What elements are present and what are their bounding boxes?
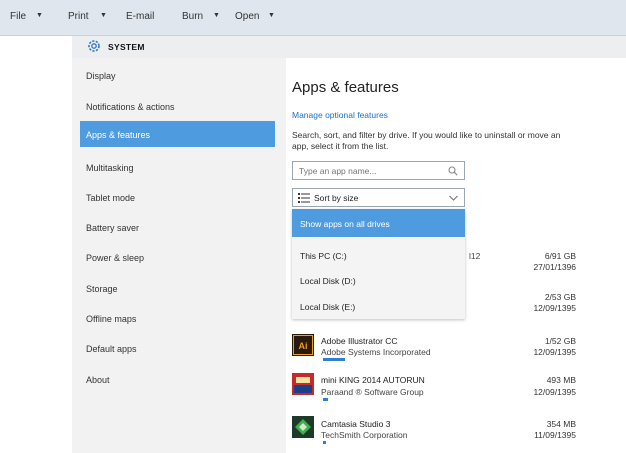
- row-date: 12/09/1395: [533, 303, 576, 313]
- manage-optional-features-link[interactable]: Manage optional features: [292, 110, 388, 120]
- settings-header: [72, 36, 626, 58]
- sidebar-item-apps-features[interactable]: Apps & features: [86, 130, 150, 140]
- app-name[interactable]: Camtasia Studio 3: [321, 419, 390, 429]
- menu-open[interactable]: Open: [235, 11, 259, 22]
- sidebar-item-about[interactable]: About: [86, 375, 110, 385]
- app-name[interactable]: Adobe Illustrator CC: [321, 336, 398, 346]
- menu-bar: File ▼ Print ▼ E-mail Burn ▼ Open ▼: [0, 0, 626, 36]
- menu-file[interactable]: File: [10, 11, 26, 22]
- app-search-box[interactable]: [292, 161, 465, 180]
- search-icon[interactable]: [448, 166, 458, 178]
- sidebar-item-default-apps[interactable]: Default apps: [86, 344, 137, 354]
- adobe-illustrator-icon: Ai: [292, 334, 314, 356]
- sort-list-icon: [298, 193, 310, 205]
- menu-email[interactable]: E-mail: [126, 11, 154, 22]
- row-size: 6/91 GB: [544, 251, 576, 261]
- usage-bar: [323, 358, 345, 361]
- row-date: 11/09/1395: [534, 430, 576, 440]
- gear-icon: [86, 38, 102, 54]
- drive-option-all[interactable]: Show apps on all drives: [300, 219, 390, 229]
- menu-file-caret[interactable]: ▼: [36, 12, 43, 19]
- row-date: 27/01/1396: [533, 262, 576, 272]
- row-size: 1/52 GB: [544, 336, 576, 346]
- sort-dropdown[interactable]: Sort by size: [292, 188, 465, 207]
- menu-burn[interactable]: Burn: [182, 11, 203, 22]
- row-date: 12/09/1395: [533, 387, 576, 397]
- menu-print[interactable]: Print: [68, 11, 89, 22]
- app-search-input[interactable]: [293, 162, 433, 179]
- drive-filter-dropdown[interactable]: Show apps on all drives This PC (C:) Loc…: [292, 209, 465, 319]
- app-name[interactable]: mini KING 2014 AUTORUN: [321, 375, 425, 385]
- section-description: Search, sort, and filter by drive. If yo…: [292, 130, 561, 151]
- sidebar-item-battery-saver[interactable]: Battery saver: [86, 223, 139, 233]
- sidebar-item-power-sleep[interactable]: Power & sleep: [86, 253, 144, 263]
- sidebar-item-display[interactable]: Display: [86, 71, 116, 81]
- sidebar-item-tablet-mode[interactable]: Tablet mode: [86, 193, 135, 203]
- section-title: Apps & features: [292, 79, 399, 96]
- sidebar-item-notifications[interactable]: Notifications & actions: [86, 102, 175, 112]
- sidebar-item-offline-maps[interactable]: Offline maps: [86, 314, 136, 324]
- mini-king-icon: [292, 373, 314, 395]
- menu-burn-caret[interactable]: ▼: [213, 12, 220, 19]
- row-size: 2/53 GB: [544, 292, 576, 302]
- camtasia-icon: [292, 416, 314, 438]
- sort-label: Sort by size: [314, 193, 359, 203]
- page-title: SYSTEM: [108, 42, 145, 52]
- partial-text: l12: [469, 251, 481, 261]
- sidebar-item-storage[interactable]: Storage: [86, 284, 118, 294]
- menu-print-caret[interactable]: ▼: [100, 12, 107, 19]
- svg-text:Ai: Ai: [299, 341, 308, 351]
- drive-option-e[interactable]: Local Disk (E:): [300, 302, 355, 312]
- usage-bar: [323, 441, 326, 444]
- drive-option-d[interactable]: Local Disk (D:): [300, 276, 356, 286]
- menu-open-caret[interactable]: ▼: [268, 12, 275, 19]
- row-size: 354 MB: [546, 419, 576, 429]
- chevron-down-icon[interactable]: [449, 194, 458, 204]
- app-publisher: Adobe Systems Incorporated: [321, 347, 431, 357]
- app-publisher: TechSmith Corporation: [321, 430, 408, 440]
- row-date: 12/09/1395: [533, 347, 576, 357]
- row-size: 493 MB: [546, 375, 576, 385]
- app-publisher: Paraand ® Software Group: [321, 387, 424, 397]
- sidebar-item-multitasking[interactable]: Multitasking: [86, 163, 134, 173]
- drive-option-c[interactable]: This PC (C:): [300, 251, 347, 261]
- usage-bar: [323, 398, 328, 401]
